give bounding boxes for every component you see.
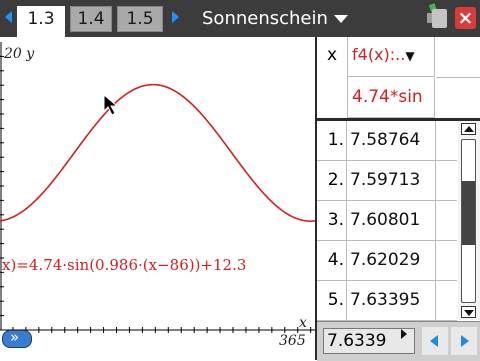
table-row[interactable]: 4. 7.62029 — [317, 241, 457, 281]
row-index: 5. — [317, 281, 347, 320]
top-bar: 1.3 1.4 1.5 Sonnenschein × — [0, 0, 480, 37]
function-column-name: f4(x):.. — [352, 45, 406, 64]
cell-divider — [435, 121, 436, 160]
next-page-arrow-icon[interactable] — [172, 11, 179, 23]
row-value[interactable]: 7.59713 — [350, 161, 420, 200]
battery-icon — [427, 9, 447, 28]
next-cell-button[interactable] — [451, 327, 477, 355]
scroll-down-arrow-icon[interactable] — [461, 306, 476, 318]
expand-entry-button[interactable] — [2, 328, 32, 348]
cell-divider — [435, 241, 436, 280]
row-index: 4. — [317, 241, 347, 280]
table-row[interactable]: 5. 7.63395 — [317, 281, 457, 321]
mouse-pointer-icon — [103, 94, 119, 116]
empty-expression-cell[interactable] — [436, 78, 480, 119]
row-index: 3. — [317, 201, 347, 240]
tab-1-3[interactable]: 1.3 — [17, 6, 65, 37]
table-row[interactable]: 3. 7.60801 — [317, 201, 457, 241]
cell-divider — [435, 161, 436, 200]
scroll-track[interactable] — [461, 139, 476, 303]
entry-overflow-arrow-icon — [401, 329, 407, 339]
x-column-header[interactable]: x — [317, 37, 348, 119]
y-max-label: 20 y — [4, 46, 35, 62]
document-menu-chevron-icon[interactable] — [334, 15, 348, 23]
cell-entry-value: 7.6339 — [327, 331, 387, 351]
function-column-header[interactable]: f4(x):..▼ — [348, 37, 435, 77]
previous-page-arrow-icon[interactable] — [5, 11, 12, 23]
table-scrollbar[interactable] — [458, 121, 480, 320]
row-value[interactable]: 7.63395 — [350, 281, 420, 320]
x-axis-label: x — [299, 315, 307, 331]
empty-header-cell[interactable] — [436, 37, 480, 78]
table-row[interactable]: 1. 7.58764 — [317, 121, 457, 161]
graph-canvas[interactable] — [0, 37, 315, 360]
row-value[interactable]: 7.60801 — [350, 201, 420, 240]
row-index: 1. — [317, 121, 347, 160]
row-value[interactable]: 7.62029 — [350, 241, 420, 280]
column-dropdown-icon[interactable]: ▼ — [405, 49, 414, 63]
scroll-up-arrow-icon[interactable] — [461, 123, 476, 135]
tab-1-4[interactable]: 1.4 — [70, 6, 112, 32]
function-curve — [0, 83, 315, 222]
table-panel: x f4(x):..▼ 4.74*sin 1. 7.58764 2. 7.597… — [317, 37, 480, 361]
function-expression-cell[interactable]: 4.74*sin — [348, 78, 435, 118]
row-value[interactable]: 7.58764 — [350, 121, 420, 160]
cell-divider — [435, 281, 436, 320]
function-label[interactable]: x)=4.74·sin(0.986·(x−86))+12.3 — [2, 256, 246, 274]
cell-divider — [435, 201, 436, 240]
table-row[interactable]: 2. 7.59713 — [317, 161, 457, 201]
previous-cell-button[interactable] — [422, 327, 448, 355]
graph-panel[interactable]: 20 y x 365 x)=4.74·sin(0.986·(x−86))+12.… — [0, 37, 317, 360]
close-button[interactable]: × — [455, 7, 476, 29]
entry-bar: 7.6339 — [317, 321, 480, 361]
document-title[interactable]: Sonnenschein — [202, 8, 328, 29]
scroll-thumb[interactable] — [462, 180, 475, 245]
x-max-label: 365 — [279, 333, 306, 349]
tab-1-5[interactable]: 1.5 — [117, 6, 163, 32]
row-index: 2. — [317, 161, 347, 200]
